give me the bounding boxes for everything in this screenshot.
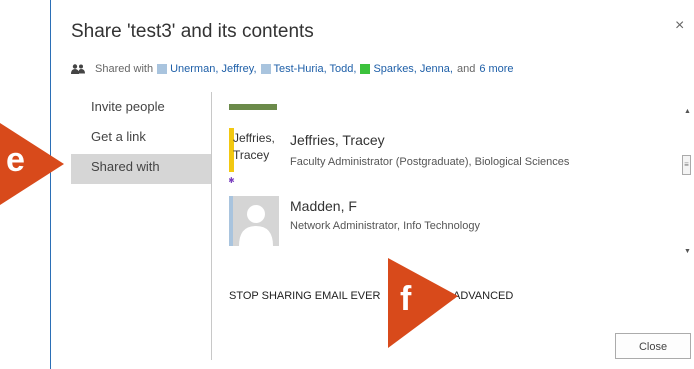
callout-e-marker: e	[0, 123, 64, 205]
scroll-down-icon[interactable]: ▼	[684, 248, 691, 255]
avatar: Jeffries, Tracey ✱	[229, 128, 279, 185]
more-people-link[interactable]: 6 more	[479, 63, 513, 75]
stop-sharing-link[interactable]: STOP SHARING EMAIL EVER	[229, 290, 380, 302]
shared-with-summary: Shared with Unerman, Jeffrey, Test-Huria…	[71, 63, 514, 75]
person-title: Network Administrator, Info Technology	[290, 220, 480, 232]
person-title: Faculty Administrator (Postgraduate), Bi…	[290, 156, 570, 168]
avatar-photo-partial	[229, 104, 277, 110]
close-button[interactable]: Close	[615, 333, 691, 359]
presence-square	[157, 64, 168, 74]
shared-people-list: Jeffries, Tracey ✱ Jeffries, Tracey Facu…	[229, 94, 669, 259]
default-avatar-icon	[229, 196, 279, 246]
people-icon	[71, 64, 85, 74]
presence-square	[260, 64, 271, 74]
avatar-placeholder-text: Jeffries, Tracey	[233, 131, 275, 162]
scroll-up-icon[interactable]: ▲	[684, 108, 691, 115]
callout-f-marker: f	[388, 258, 458, 348]
share-dialog: Share 'test3' and its contents × Shared …	[50, 0, 694, 369]
person-name: Jeffries, Tracey	[290, 132, 385, 148]
shared-person-link[interactable]: Unerman, Jeffrey,	[170, 63, 256, 75]
shared-person-link[interactable]: Sparkes, Jenna,	[373, 63, 453, 75]
callout-f-label: f	[400, 280, 412, 318]
nav-item-shared-with[interactable]: Shared with	[71, 154, 211, 184]
dialog-title: Share 'test3' and its contents	[71, 21, 314, 42]
advanced-link[interactable]: ADVANCED	[453, 290, 513, 302]
nav-item-get-a-link[interactable]: Get a link	[71, 124, 211, 154]
side-nav: Invite people Get a link Shared with	[71, 94, 211, 184]
presence-square	[360, 64, 371, 74]
shared-with-and: and	[456, 63, 476, 75]
presence-mark-icon: ✱	[229, 176, 235, 185]
shared-with-label: Shared with	[95, 63, 154, 75]
callout-e-label: e	[6, 141, 25, 179]
nav-divider	[211, 92, 212, 360]
nav-item-invite-people[interactable]: Invite people	[71, 94, 211, 124]
scrollbar-thumb[interactable]: ≡	[682, 155, 691, 175]
close-icon[interactable]: ×	[675, 17, 684, 35]
shared-person-link[interactable]: Test-Huria, Todd,	[274, 63, 357, 75]
list-scrollbar[interactable]: ▲ ≡ ▼	[679, 100, 694, 258]
person-name: Madden, F	[290, 198, 357, 214]
